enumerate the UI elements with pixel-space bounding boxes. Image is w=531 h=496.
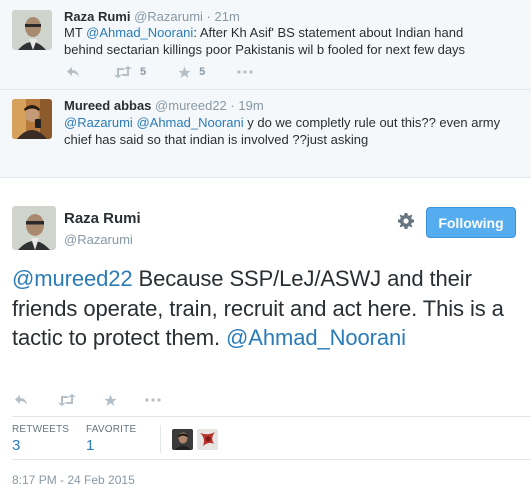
following-button[interactable]: Following <box>426 207 516 238</box>
tweet-time[interactable]: · 19m <box>230 98 263 113</box>
divider <box>12 459 531 460</box>
author-handle[interactable]: @Razarumi <box>64 232 133 247</box>
retweet-button[interactable] <box>58 394 76 406</box>
author-name[interactable]: Raza Rumi <box>64 9 130 24</box>
user-actions-button[interactable] <box>398 213 414 234</box>
more-icon <box>145 398 161 402</box>
tweet-actions <box>14 392 161 408</box>
mention-link[interactable]: @Razarumi <box>64 115 133 130</box>
tweet-actions: 5 5 <box>66 64 253 80</box>
more-icon <box>237 70 253 74</box>
retweet-count: 5 <box>140 66 147 78</box>
mention-link[interactable]: @mureed22 <box>12 266 133 291</box>
context-tweet-1[interactable]: Raza Rumi @Razarumi · 21m MT @Ahmad_Noor… <box>0 0 531 90</box>
favoriter-avatar[interactable] <box>197 429 218 450</box>
favorite-count: 5 <box>199 66 206 78</box>
favorites-count[interactable]: 1 <box>86 437 94 454</box>
retweet-icon <box>58 394 76 406</box>
retweets-count[interactable]: 3 <box>12 437 20 454</box>
retweets-label[interactable]: RETWEETS <box>12 424 69 435</box>
favorite-icon <box>178 66 191 78</box>
context-tweet-2[interactable]: Mureed abbas @mureed22 · 19m @Razarumi @… <box>0 90 531 178</box>
avatar[interactable] <box>12 99 52 139</box>
avatar[interactable] <box>12 206 56 250</box>
gear-icon <box>398 213 414 229</box>
favorites-label[interactable]: FAVORITE <box>86 424 136 435</box>
tweet-text: MT @Ahmad_Noorani: After Kh Asif' BS sta… <box>64 24 504 58</box>
favorite-icon <box>104 394 117 406</box>
tweet-text: @Razarumi @Ahmad_Noorani y do we complet… <box>64 114 504 148</box>
tweet-time[interactable]: · 21m <box>207 9 240 24</box>
retweet-icon <box>114 66 132 78</box>
more-button[interactable] <box>237 70 253 74</box>
tweet-text: @mureed22 Because SSP/LeJ/ASWJ and their… <box>12 264 522 353</box>
mention-link[interactable]: @Ahmad_Noorani <box>226 325 406 350</box>
author-handle[interactable]: @mureed22 <box>155 98 227 113</box>
divider <box>160 425 161 453</box>
favoriter-avatar[interactable] <box>172 429 193 450</box>
tweet-timestamp[interactable]: 8:17 PM - 24 Feb 2015 <box>12 473 135 487</box>
reply-button[interactable] <box>14 394 28 406</box>
more-button[interactable] <box>145 398 161 402</box>
favorite-button[interactable] <box>104 394 117 407</box>
reply-icon <box>67 67 79 77</box>
divider <box>12 416 531 417</box>
mention-link[interactable]: @Ahmad_Noorani <box>86 25 193 40</box>
author-name[interactable]: Raza Rumi <box>64 210 141 227</box>
favorite-button[interactable]: 5 <box>178 66 205 79</box>
reply-icon <box>15 395 27 405</box>
text-fragment: MT <box>64 25 87 40</box>
retweet-button[interactable]: 5 <box>114 66 146 78</box>
reply-button[interactable] <box>66 66 80 78</box>
author-name[interactable]: Mureed abbas <box>64 98 151 113</box>
author-handle[interactable]: @Razarumi <box>134 9 203 24</box>
mention-link[interactable]: @Ahmad_Noorani <box>136 115 243 130</box>
avatar[interactable] <box>12 10 52 50</box>
